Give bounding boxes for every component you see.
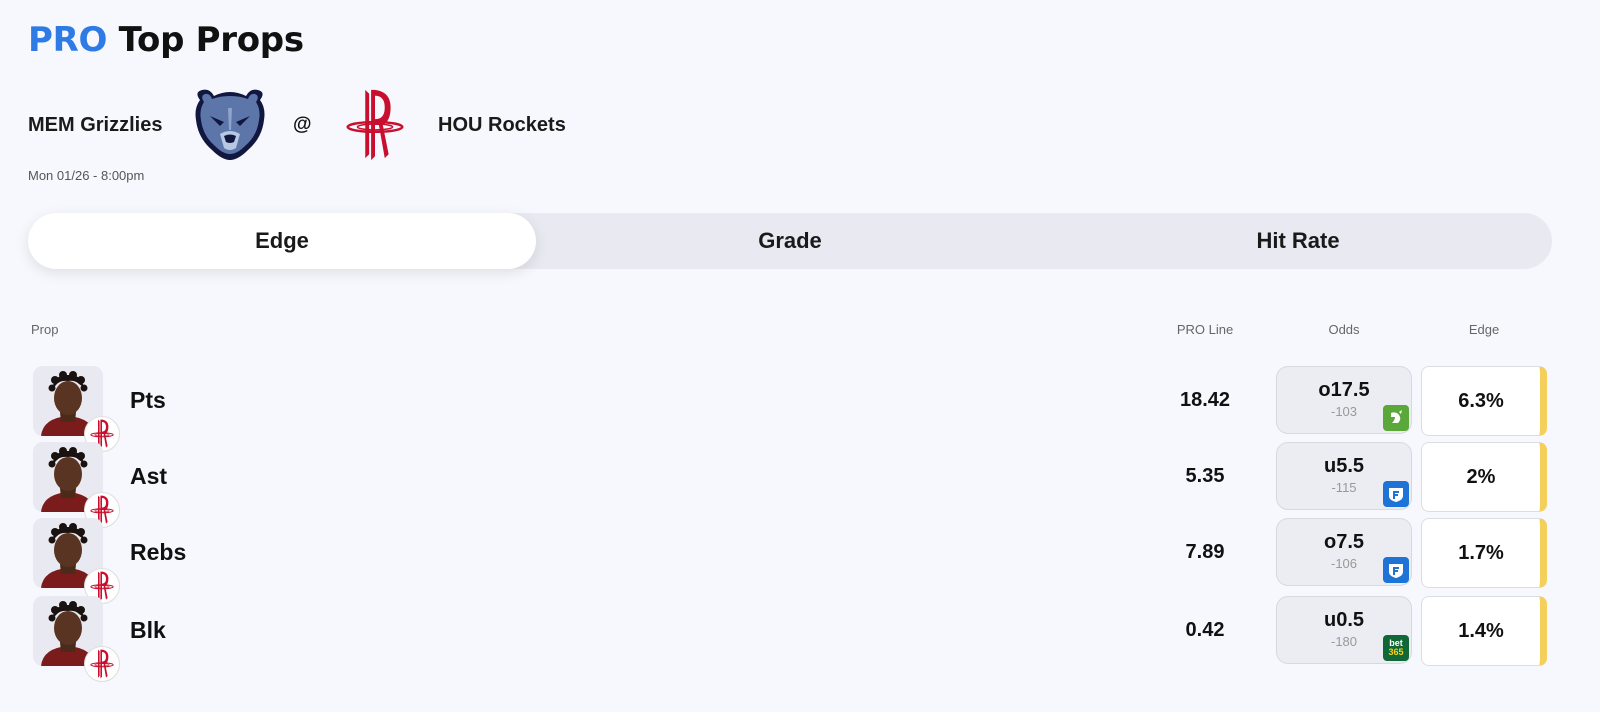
title-top-props: Top Props (118, 20, 304, 60)
sort-tabs: Edge Grade Hit Rate (28, 213, 1552, 269)
matchup-header: MEM Grizzlies @ HOU Rockets (28, 86, 728, 166)
prop-name: Ast (130, 463, 168, 489)
edge-value: 1.4% (1421, 596, 1547, 666)
table-row[interactable]: Rebs 7.89 o7.5 -106 1.7% (0, 518, 1600, 604)
prop-name: Pts (130, 387, 166, 413)
table-row[interactable]: Pts 18.42 o17.5 -103 6.3% (0, 366, 1600, 452)
title-pro: PRO (28, 20, 108, 60)
column-header-pro-line: PRO Line (1176, 322, 1234, 337)
bet365-icon: bet 365 (1383, 635, 1409, 661)
draftkings-icon (1383, 405, 1409, 431)
odds-line: u0.5 (1323, 609, 1365, 631)
pro-line-value: 7.89 (1185, 541, 1225, 563)
edge-value: 6.3% (1421, 366, 1547, 436)
prop-name: Blk (130, 617, 166, 643)
table-row[interactable]: Blk 0.42 u0.5 -180 bet 365 1.4% (0, 596, 1600, 682)
away-team-name[interactable]: MEM Grizzlies (28, 114, 162, 137)
tab-edge[interactable]: Edge (28, 213, 536, 269)
at-separator: @ (293, 114, 312, 135)
rockets-logo-icon[interactable] (342, 86, 408, 164)
prop-name: Rebs (130, 539, 187, 565)
odds-line: o7.5 (1323, 531, 1365, 553)
fanduel-icon (1383, 481, 1409, 507)
column-header-prop: Prop (31, 322, 59, 337)
fanduel-icon (1383, 557, 1409, 583)
bet365-label-bottom: 365 (1388, 647, 1404, 657)
rockets-badge-icon (84, 646, 120, 682)
column-header-odds: Odds (1328, 322, 1360, 337)
table-row[interactable]: Ast 5.35 u5.5 -115 2% (0, 442, 1600, 528)
grizzlies-logo-icon[interactable] (190, 86, 270, 162)
odds-button[interactable]: o17.5 -103 (1276, 366, 1412, 434)
tab-hit-rate[interactable]: Hit Rate (1044, 213, 1552, 269)
pro-line-value: 5.35 (1185, 465, 1225, 487)
odds-button[interactable]: o7.5 -106 (1276, 518, 1412, 586)
pro-line-value: 0.42 (1185, 619, 1225, 641)
tab-grade[interactable]: Grade (536, 213, 1044, 269)
odds-line: u5.5 (1323, 455, 1365, 477)
odds-button[interactable]: u0.5 -180 bet 365 (1276, 596, 1412, 664)
edge-value: 1.7% (1421, 518, 1547, 588)
game-datetime: Mon 01/26 - 8:00pm (28, 168, 145, 183)
column-header-edge: Edge (1468, 322, 1500, 337)
odds-line: o17.5 (1318, 379, 1370, 401)
page-title: PRO Top Props (28, 20, 304, 60)
pro-line-value: 18.42 (1179, 389, 1231, 411)
home-team-name[interactable]: HOU Rockets (438, 114, 566, 137)
odds-button[interactable]: u5.5 -115 (1276, 442, 1412, 510)
edge-value: 2% (1421, 442, 1547, 512)
